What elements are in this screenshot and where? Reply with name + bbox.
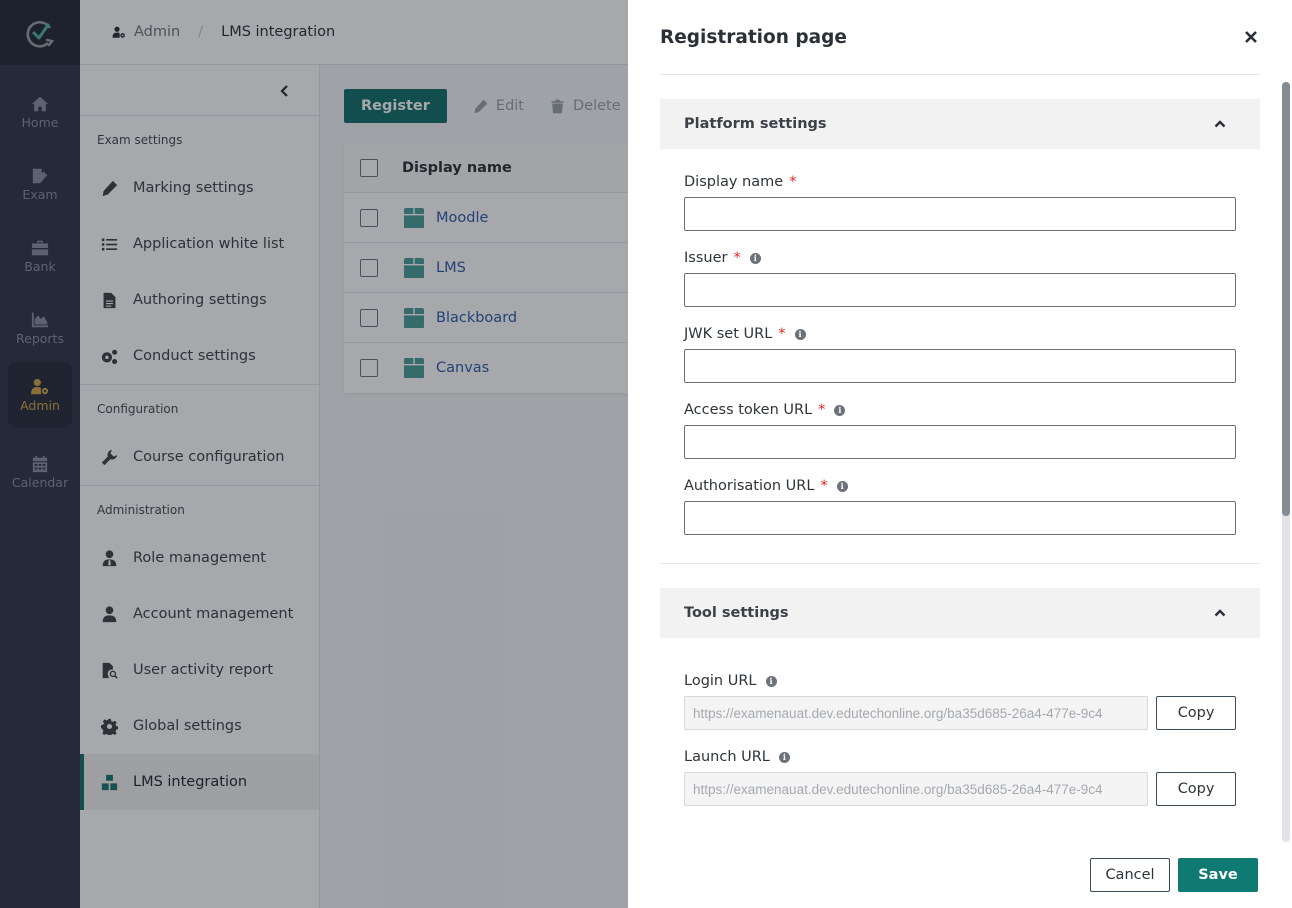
- drawer-body: Platform settings Display name * Issuer …: [660, 75, 1260, 842]
- info-icon[interactable]: i: [749, 252, 761, 264]
- divider: [660, 563, 1260, 564]
- panel-title: Platform settings: [684, 116, 827, 132]
- tool-settings-header[interactable]: Tool settings: [660, 588, 1260, 638]
- field-display-name: Display name *: [684, 173, 1236, 231]
- required-indicator: *: [733, 250, 741, 266]
- close-icon: [1245, 31, 1257, 43]
- save-button[interactable]: Save: [1178, 858, 1258, 892]
- authorisation-url-input[interactable]: [684, 501, 1236, 535]
- label-text: Authorisation URL: [684, 478, 815, 494]
- field-launch-url: Launch URL i https://examenauat.dev.edut…: [684, 748, 1236, 806]
- required-indicator: *: [778, 326, 786, 342]
- field-login-url: Login URL i https://examenauat.dev.edute…: [684, 672, 1236, 730]
- field-label: JWK set URL * i: [684, 325, 1236, 343]
- info-icon[interactable]: i: [765, 675, 777, 687]
- field-label: Display name *: [684, 173, 1236, 191]
- field-label: Authorisation URL * i: [684, 477, 1236, 495]
- label-text: Access token URL: [684, 402, 813, 418]
- display-name-input[interactable]: [684, 197, 1236, 231]
- field-label: Launch URL i: [684, 748, 1236, 766]
- access-token-url-input[interactable]: [684, 425, 1236, 459]
- copy-login-url-button[interactable]: Copy: [1156, 696, 1236, 730]
- field-authorisation-url: Authorisation URL * i: [684, 477, 1236, 535]
- field-label: Login URL i: [684, 672, 1236, 690]
- label-text: Login URL: [684, 673, 757, 689]
- drawer-title: Registration page: [660, 26, 847, 48]
- drawer-footer: Cancel Save: [1090, 858, 1258, 892]
- field-label: Access token URL * i: [684, 401, 1236, 419]
- panel-title: Tool settings: [684, 605, 789, 621]
- chevron-up-icon: [1214, 120, 1226, 128]
- scrollbar-thumb[interactable]: [1282, 82, 1290, 516]
- field-label: Issuer * i: [684, 249, 1236, 267]
- tool-settings-body: Login URL i https://examenauat.dev.edute…: [660, 638, 1260, 806]
- info-icon[interactable]: i: [834, 404, 846, 416]
- modal-backdrop[interactable]: [0, 0, 628, 908]
- required-indicator: *: [789, 174, 797, 190]
- url-row: https://examenauat.dev.edutechonline.org…: [684, 696, 1236, 730]
- label-text: Issuer: [684, 250, 728, 266]
- info-icon[interactable]: i: [836, 480, 848, 492]
- launch-url-input[interactable]: https://examenauat.dev.edutechonline.org…: [684, 772, 1149, 806]
- label-text: JWK set URL: [684, 326, 773, 342]
- close-button[interactable]: [1242, 28, 1260, 46]
- url-row: https://examenauat.dev.edutechonline.org…: [684, 772, 1236, 806]
- field-issuer: Issuer * i: [684, 249, 1236, 307]
- field-access-token-url: Access token URL * i: [684, 401, 1236, 459]
- info-icon[interactable]: i: [778, 751, 790, 763]
- cancel-button[interactable]: Cancel: [1090, 858, 1170, 892]
- label-text: Launch URL: [684, 749, 770, 765]
- chevron-up-icon: [1214, 609, 1226, 617]
- label-text: Display name: [684, 174, 784, 190]
- drawer-scrollbar[interactable]: [1282, 82, 1290, 842]
- drawer-header: Registration page: [660, 0, 1260, 75]
- required-indicator: *: [820, 478, 828, 494]
- issuer-input[interactable]: [684, 273, 1236, 307]
- field-jwk-set-url: JWK set URL * i: [684, 325, 1236, 383]
- jwk-set-url-input[interactable]: [684, 349, 1236, 383]
- registration-drawer: Registration page Platform settings Disp…: [628, 0, 1292, 908]
- required-indicator: *: [818, 402, 826, 418]
- login-url-input[interactable]: https://examenauat.dev.edutechonline.org…: [684, 696, 1149, 730]
- platform-settings-body: Display name * Issuer * i JWK set URL * …: [660, 149, 1260, 535]
- info-icon[interactable]: i: [794, 328, 806, 340]
- copy-launch-url-button[interactable]: Copy: [1156, 772, 1236, 806]
- platform-settings-header[interactable]: Platform settings: [660, 99, 1260, 149]
